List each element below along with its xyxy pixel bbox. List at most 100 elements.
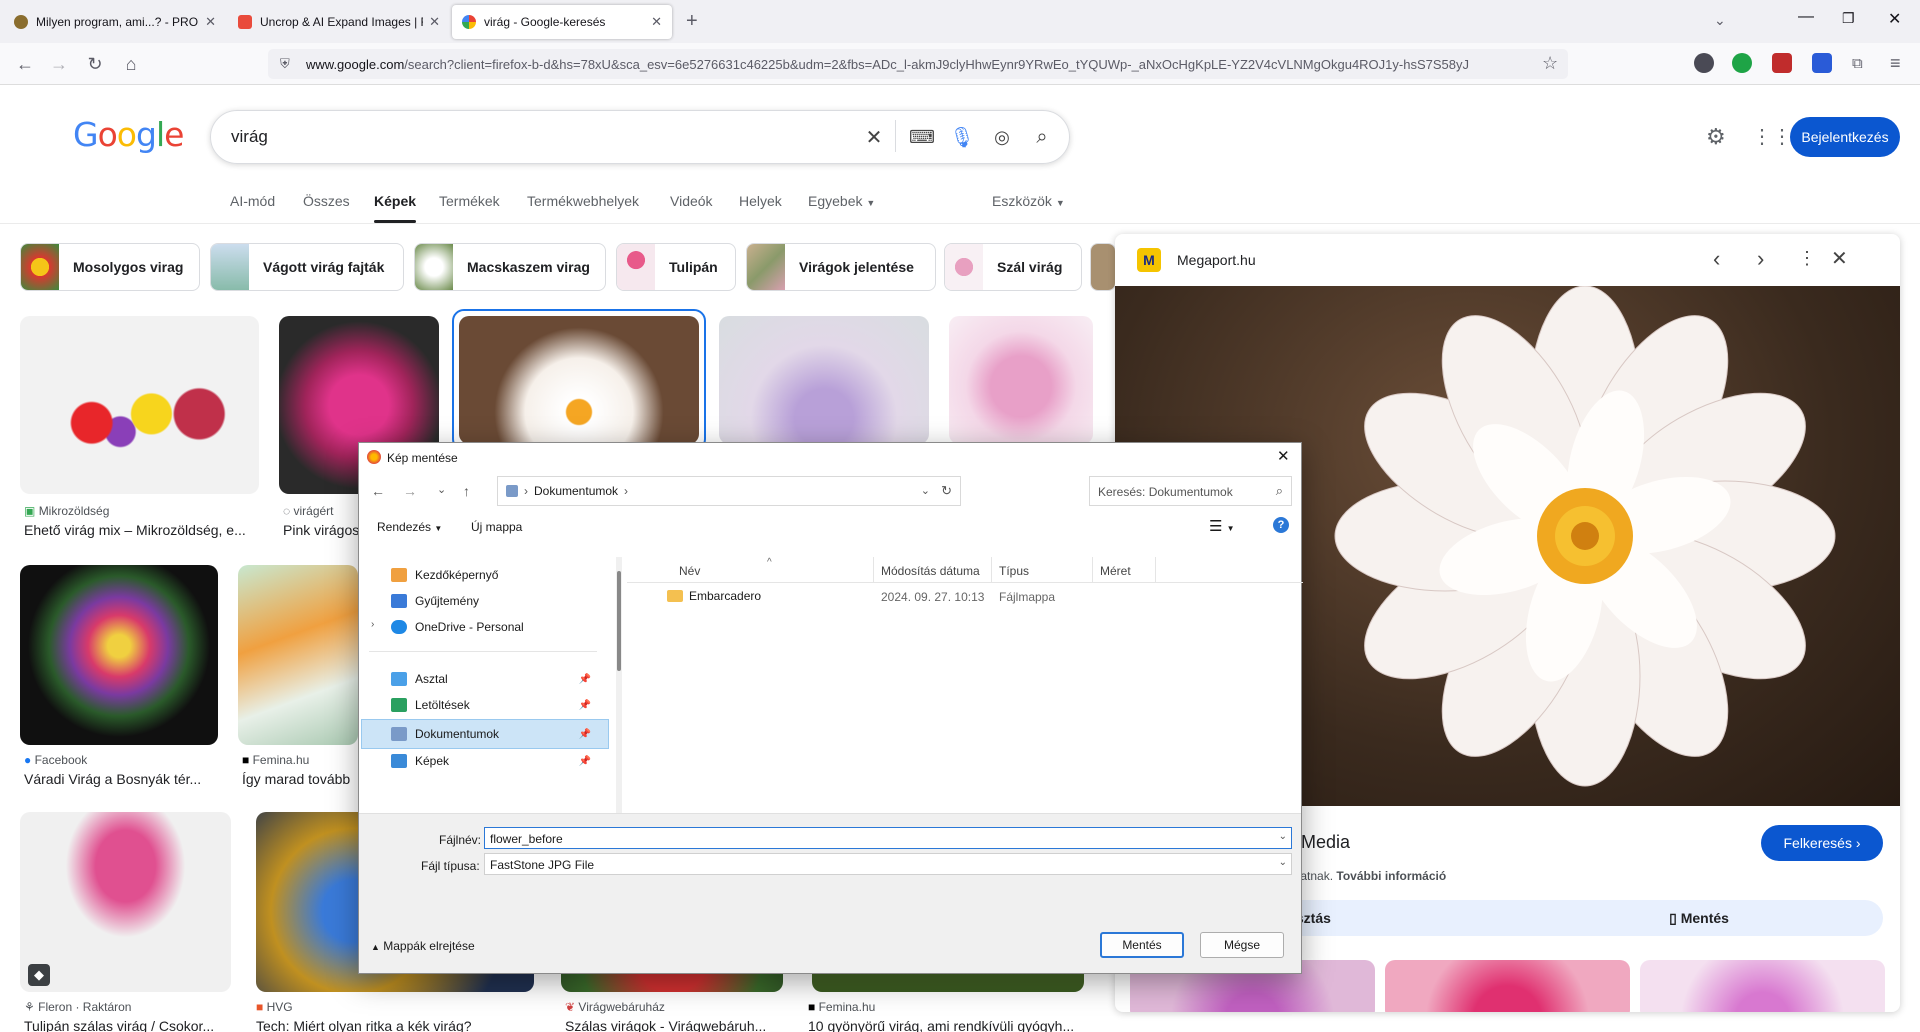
search-icon[interactable]: ⌕ (1030, 125, 1054, 149)
apps-grid-icon[interactable]: ⋮⋮ (1752, 124, 1792, 149)
tree-item-pictures[interactable]: Képek 📌 (391, 749, 591, 773)
tab-all[interactable]: Összes (303, 193, 350, 209)
tab-proha[interactable]: Milyen program, ami...? - PROHA ✕ (4, 5, 226, 39)
new-tab-icon[interactable]: + (686, 10, 698, 33)
column-date[interactable]: Módosítás dátuma (881, 564, 980, 578)
path-bar[interactable]: › Dokumentumok › ⌄ ↻ (497, 476, 961, 506)
tree-scrollbar[interactable] (616, 557, 622, 813)
result-title[interactable]: Ehető virág mix – Mikrozöldség, e... (24, 522, 259, 538)
filetype-dropdown-icon[interactable]: ⌄ (1279, 857, 1287, 868)
reload-icon[interactable]: ↻ (82, 51, 108, 77)
help-icon[interactable]: ? (1273, 517, 1289, 533)
home-icon[interactable]: ⌂ (118, 51, 144, 77)
result-title[interactable]: Tech: Miért olyan ritka a kék virág? (256, 1018, 536, 1032)
new-folder-button[interactable]: Új mappa (471, 520, 522, 534)
bookmark-star-icon[interactable]: ☆ (1542, 53, 1558, 74)
result-title[interactable]: 10 gyönyörű virág, ami rendkívüli gyógyh… (808, 1018, 1088, 1032)
translate-icon[interactable] (1812, 53, 1832, 73)
close-window-icon[interactable]: ✕ (1888, 9, 1901, 29)
keyboard-icon[interactable]: ⌨ (909, 125, 935, 149)
result-image[interactable] (949, 316, 1093, 444)
column-separator[interactable] (991, 557, 992, 583)
lens-icon[interactable]: ◎ (990, 125, 1014, 149)
search-query[interactable]: virág (231, 127, 268, 147)
tree-item-downloads[interactable]: Letöltések 📌 (391, 693, 591, 717)
next-image-icon[interactable]: › (1757, 246, 1764, 272)
tree-item-documents[interactable]: Dokumentumok 📌 (391, 722, 591, 746)
tree-item-gallery[interactable]: Gyűjtemény (391, 589, 479, 613)
view-options-icon[interactable]: ☰ ▼ (1209, 517, 1235, 535)
tab-product-sites[interactable]: Termékwebhelyek (527, 193, 639, 209)
back-icon[interactable]: ← (12, 51, 38, 77)
filetype-select[interactable]: FastStone JPG File ⌄ (484, 853, 1292, 875)
column-separator[interactable] (1092, 557, 1093, 583)
clear-search-icon[interactable]: ✕ (862, 125, 886, 149)
search-box[interactable]: virág (210, 110, 1070, 164)
path-dropdown-icon[interactable]: ⌄ (921, 484, 930, 497)
tab-videos[interactable]: Videók (670, 193, 713, 209)
result-image[interactable] (20, 565, 218, 745)
recent-locations-icon[interactable]: ⌄ (437, 483, 446, 496)
tab-places[interactable]: Helyek (739, 193, 782, 209)
result-title[interactable]: Így marad tovább (242, 771, 358, 787)
tree-item-home[interactable]: Kezdőképernyő (391, 563, 498, 587)
chip-viragok-jelentese[interactable]: Virágok jelentése (746, 243, 936, 291)
more-info-link[interactable]: További információ (1336, 869, 1446, 883)
tree-item-onedrive[interactable]: OneDrive - Personal (391, 615, 524, 639)
tree-item-desktop[interactable]: Asztal 📌 (391, 667, 591, 691)
dialog-close-icon[interactable]: ✕ (1277, 447, 1290, 465)
minimize-icon[interactable]: — (1798, 8, 1814, 26)
filename-dropdown-icon[interactable]: ⌄ (1279, 831, 1287, 842)
result-title[interactable]: Szálas virágok - Virágwebáruh... (565, 1018, 783, 1032)
result-image[interactable] (20, 812, 231, 992)
forward-icon[interactable]: → (403, 483, 417, 499)
check-extension-icon[interactable] (1732, 53, 1752, 73)
tab-products[interactable]: Termékek (439, 193, 500, 209)
tab-list-icon[interactable]: ⌄ (1714, 12, 1726, 29)
chip-tulipan[interactable]: Tulipán (616, 243, 736, 291)
chip-vagott[interactable]: Vágott virág fajták (210, 243, 404, 291)
refresh-icon[interactable]: ↻ (941, 483, 952, 499)
related-image[interactable] (1385, 960, 1630, 1012)
settings-gear-icon[interactable]: ⚙ (1706, 124, 1726, 150)
column-name[interactable]: Név (679, 564, 700, 578)
chip-szal-virag[interactable]: Szál virág (944, 243, 1082, 291)
signin-button[interactable]: Bejelentkezés (1790, 117, 1900, 157)
microphone-icon[interactable]: 🎙 (949, 125, 974, 149)
extension-icon[interactable] (1694, 53, 1714, 73)
column-size[interactable]: Méret (1100, 564, 1131, 578)
chip-partial[interactable] (1090, 243, 1116, 291)
save-to-collection-button[interactable]: ▯ Mentés (1515, 900, 1883, 936)
result-title[interactable]: Váradi Virág a Bosnyák tér... (24, 771, 218, 787)
forward-icon[interactable]: → (46, 51, 72, 77)
panel-site-name[interactable]: Megaport.hu (1177, 252, 1256, 268)
expand-chevron-icon[interactable]: › (371, 619, 374, 630)
related-image[interactable] (1640, 960, 1885, 1012)
result-image[interactable] (20, 316, 259, 494)
chip-mosolygos[interactable]: Mosolygos virag (20, 243, 200, 291)
menu-icon[interactable]: ≡ (1890, 53, 1901, 74)
google-logo[interactable]: Google (73, 115, 184, 154)
result-image[interactable] (238, 565, 358, 745)
close-tab-icon[interactable]: ✕ (429, 14, 440, 30)
restore-icon[interactable]: ❐ (1842, 10, 1855, 27)
result-title[interactable]: Pink virágos (283, 522, 361, 538)
prev-image-icon[interactable]: ‹ (1713, 246, 1720, 272)
tab-more[interactable]: Egyebek ▼ (808, 193, 875, 209)
close-tab-icon[interactable]: ✕ (205, 14, 216, 30)
dialog-save-button[interactable]: Mentés (1100, 932, 1184, 958)
chip-macskaszem[interactable]: Macskaszem virag (414, 243, 606, 291)
more-options-icon[interactable]: ⋮ (1798, 248, 1816, 269)
tools-button[interactable]: Eszközök ▼ (992, 193, 1065, 209)
path-segment[interactable]: Dokumentumok (534, 484, 618, 498)
up-folder-icon[interactable]: ↑ (463, 483, 470, 499)
back-icon[interactable]: ← (371, 483, 385, 499)
tab-images[interactable]: Képek (374, 193, 416, 209)
result-image-selected[interactable] (459, 316, 699, 444)
result-image[interactable] (719, 316, 929, 444)
dialog-cancel-button[interactable]: Mégse (1200, 932, 1284, 958)
address-bar[interactable]: ⛨ www.google.com/search?client=firefox-b… (268, 49, 1568, 79)
close-panel-icon[interactable]: ✕ (1831, 246, 1848, 271)
file-row[interactable]: Embarcadero 2024. 09. 27. 10:13 Fájlmapp… (667, 585, 1287, 607)
hide-folders-toggle[interactable]: ▲ Mappák elrejtése (371, 939, 475, 953)
